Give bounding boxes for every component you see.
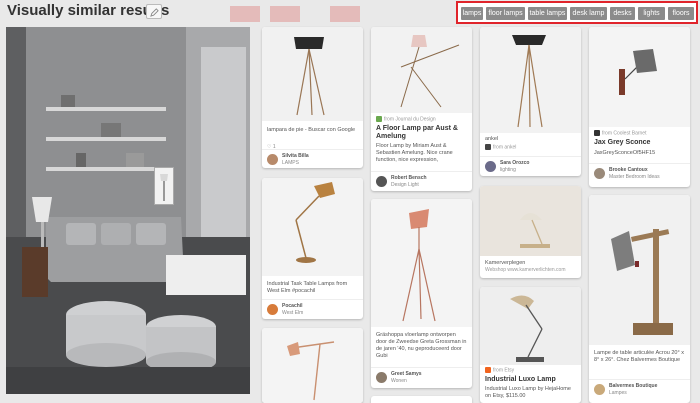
pin-card[interactable]: from Etsy Industrial Luxo Lamp Industria… <box>480 287 581 403</box>
pin-title[interactable]: Jax Grey Sconce <box>594 139 686 147</box>
edit-button[interactable] <box>146 4 162 19</box>
pin-image <box>262 328 363 403</box>
crop-selection-box[interactable] <box>154 167 174 205</box>
pin-footer: Silvita Billa LAMPS <box>262 149 363 168</box>
filter-desk-lamp[interactable]: desk lamp <box>570 7 607 20</box>
pinner-name[interactable]: Sara Orozco <box>500 160 529 166</box>
filter-lights[interactable]: lights <box>638 7 665 20</box>
pin-description: ankel <box>485 136 499 142</box>
ghost-tab <box>230 6 260 22</box>
pin-card[interactable]: lampara de pie - Buscar con Google ♡ 1 S… <box>262 27 363 168</box>
pin-image <box>480 287 581 365</box>
pin-card[interactable]: ankel from ankel Sara Orozco lighting <box>480 27 581 176</box>
page-title: Visually similar results <box>7 2 170 19</box>
avatar[interactable] <box>267 154 278 165</box>
pin-image <box>480 186 581 256</box>
ghost-tab <box>270 6 300 22</box>
pinner-name[interactable]: Robert Bensch <box>391 175 427 181</box>
pin-card[interactable]: Kamerverplegen Webshop www.kamerverlicht… <box>480 186 581 278</box>
pin-source[interactable]: from Journal du Design <box>376 116 468 123</box>
board-name[interactable]: West Elm <box>282 310 303 316</box>
annotation-filter-box: lamps floor lamps table lamps desk lamp … <box>456 1 698 24</box>
pinner-name[interactable]: Brooke Cantoux <box>609 167 648 173</box>
avatar[interactable] <box>594 168 605 179</box>
pin-source[interactable]: from Etsy <box>485 367 577 374</box>
filter-floor-lamps[interactable]: floor lamps <box>486 7 525 20</box>
pin-image <box>371 199 472 327</box>
board-name[interactable]: Design Light <box>391 182 419 188</box>
pin-card[interactable] <box>262 328 363 403</box>
pin-image <box>480 27 581 133</box>
pin-title[interactable]: Industrial Luxo Lamp <box>485 376 577 384</box>
pin-description: Industrial Task Table Lamps from West El… <box>267 281 348 294</box>
pin-description: Floor Lamp by Miriam Aust & Sebastien Am… <box>376 143 453 163</box>
pin-card[interactable]: from Journal du Design A Floor Lamp par … <box>371 27 472 191</box>
pin-image <box>589 27 690 127</box>
pencil-icon <box>150 8 159 17</box>
pin-description: Lampe de table articulée Acrou 20° x 8° … <box>594 350 684 363</box>
pin-source[interactable]: from ankel <box>485 144 577 151</box>
avatar[interactable] <box>376 372 387 383</box>
filter-table-lamps[interactable]: table lamps <box>528 7 567 20</box>
ghost-tab <box>330 6 360 22</box>
avatar[interactable] <box>376 176 387 187</box>
pin-footer: Robert Bensch Design Light <box>371 171 472 191</box>
pin-footer: Balvermes Boutique Lampes <box>589 379 690 399</box>
pin-image <box>262 27 363 121</box>
pin-card[interactable]: Gräshoppa vloerlamp ontworpen door de Zw… <box>371 199 472 388</box>
pin-description: Industrial Luxo Lamp by HejaHome on Etsy… <box>485 386 571 399</box>
source-photo[interactable] <box>6 27 250 394</box>
pin-image <box>589 195 690 345</box>
pin-card[interactable]: from Coolest Barnet Jax Grey Sconce JaxG… <box>589 27 690 187</box>
living-room-photo <box>6 27 250 394</box>
pinner-name[interactable]: Greet Samys <box>391 371 422 377</box>
filter-lamps[interactable]: lamps <box>461 7 483 20</box>
board-name[interactable]: Wonen <box>391 378 407 384</box>
pin-footer: Greet Samys Wonen <box>371 367 472 387</box>
pin-image <box>262 178 363 276</box>
pin-image <box>371 27 472 113</box>
pin-source[interactable]: Webshop www.kamerverlichten.com <box>485 267 577 274</box>
pin-title[interactable]: A Floor Lamp par Aust & Amelung <box>376 125 468 141</box>
pinner-name[interactable]: Pocachil <box>282 303 303 309</box>
pin-description: JaxGreySconceOf5HF15 <box>594 150 656 156</box>
filter-floors[interactable]: floors <box>668 7 694 20</box>
avatar[interactable] <box>594 384 605 395</box>
filter-desks[interactable]: desks <box>610 7 635 20</box>
board-name[interactable]: lighting <box>500 167 516 173</box>
pin-description: Gräshoppa vloerlamp ontworpen door de Zw… <box>376 332 467 359</box>
pin-footer: Sara Orozco lighting <box>480 156 581 176</box>
pin-description: Kamerverplegen <box>485 260 526 266</box>
pin-card[interactable]: Industrial Task Table Lamps from West El… <box>262 178 363 319</box>
pin-card[interactable]: Lampe de table articulée Acrou 20° x 8° … <box>589 195 690 403</box>
pin-card[interactable] <box>371 396 472 403</box>
pinner-name[interactable]: Balvermes Boutique <box>609 383 657 389</box>
pinner-name[interactable]: Silvita Billa <box>282 153 309 159</box>
pin-source[interactable]: from Coolest Barnet <box>594 130 686 137</box>
pin-footer: Pocachil West Elm <box>262 299 363 319</box>
pin-footer: Brooke Cantoux Master Bedroom Ideas <box>589 163 690 183</box>
board-name[interactable]: Master Bedroom Ideas <box>609 174 660 180</box>
avatar[interactable] <box>485 161 496 172</box>
pin-description: lampara de pie - Buscar con Google <box>267 127 356 133</box>
avatar[interactable] <box>267 304 278 315</box>
board-name[interactable]: Lampes <box>609 390 627 396</box>
board-name[interactable]: LAMPS <box>282 160 299 166</box>
